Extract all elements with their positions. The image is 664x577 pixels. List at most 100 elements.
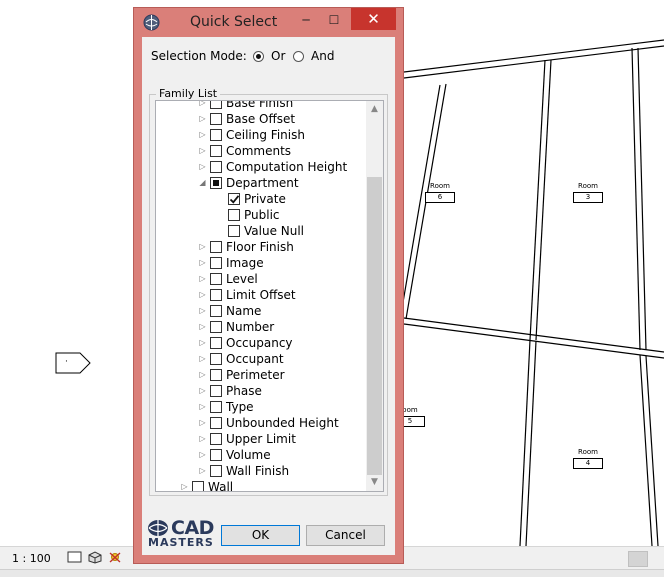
expand-arrow-icon[interactable]: ▷ xyxy=(198,159,207,175)
tree-row[interactable]: ▷ Number xyxy=(156,319,368,335)
view-scale[interactable]: 1 : 100 xyxy=(12,552,51,565)
tree-checkbox[interactable] xyxy=(210,337,222,349)
tree-row[interactable]: ▷ Ceiling Finish xyxy=(156,127,368,143)
tree-checkbox[interactable] xyxy=(210,305,222,317)
scroll-down-icon[interactable]: ▼ xyxy=(366,474,383,491)
expand-arrow-icon[interactable]: ▷ xyxy=(198,287,207,303)
tree-checkbox[interactable] xyxy=(210,241,222,253)
scroll-up-icon[interactable]: ▲ xyxy=(366,101,383,118)
tree-checkbox[interactable] xyxy=(210,369,222,381)
tree-row[interactable]: ◢ Department xyxy=(156,175,368,191)
tree-row[interactable]: ▷ Volume xyxy=(156,447,368,463)
room-tag-3[interactable]: Room 3 xyxy=(538,182,638,203)
ok-button[interactable]: OK xyxy=(221,525,300,546)
tree-checkbox[interactable] xyxy=(210,161,222,173)
expand-arrow-icon[interactable]: ▷ xyxy=(198,335,207,351)
tree-row[interactable]: ▷ Occupancy xyxy=(156,335,368,351)
tree-checkbox[interactable] xyxy=(210,321,222,333)
tree-row[interactable]: ▷ Base Finish xyxy=(156,101,368,111)
mode-or-label[interactable]: Or xyxy=(271,49,285,63)
expand-arrow-icon[interactable]: ▷ xyxy=(198,271,207,287)
tree-checkbox[interactable] xyxy=(228,225,240,237)
tree-checkbox[interactable] xyxy=(210,449,222,461)
expand-arrow-icon[interactable]: ▷ xyxy=(198,303,207,319)
tree-row-label: Public xyxy=(244,208,280,222)
maximize-button[interactable]: ☐ xyxy=(322,10,346,30)
tree-checkbox[interactable] xyxy=(210,465,222,477)
tree-row[interactable]: ▷ Type xyxy=(156,399,368,415)
tree-row[interactable]: ▷ Image xyxy=(156,255,368,271)
mode-and-label[interactable]: And xyxy=(311,49,334,63)
tree-checkbox[interactable] xyxy=(228,209,240,221)
tree-row[interactable]: ▷ Comments xyxy=(156,143,368,159)
tree-row[interactable]: ▷ Perimeter xyxy=(156,367,368,383)
tree-checkbox[interactable] xyxy=(210,353,222,365)
tree-checkbox[interactable] xyxy=(210,129,222,141)
expand-arrow-icon[interactable]: ▷ xyxy=(198,415,207,431)
expand-arrow-icon[interactable]: ▷ xyxy=(198,127,207,143)
room-label: Room xyxy=(578,448,598,456)
tree-checkbox[interactable] xyxy=(210,401,222,413)
expand-arrow-icon[interactable]: ▷ xyxy=(198,399,207,415)
tree-checkbox[interactable] xyxy=(210,417,222,429)
tree-row[interactable]: ▷ Wall Finish xyxy=(156,463,368,479)
room-tag-6[interactable]: Room 6 xyxy=(390,182,490,203)
detail-level-icon[interactable] xyxy=(67,550,83,564)
tree-row-label: Base Offset xyxy=(226,112,296,126)
tree-row[interactable]: ▷ Wall xyxy=(156,479,368,491)
tree-row[interactable]: ▷ Phase xyxy=(156,383,368,399)
tree-row[interactable]: ▷ Name xyxy=(156,303,368,319)
cancel-button[interactable]: Cancel xyxy=(306,525,385,546)
scroll-thumb[interactable] xyxy=(367,177,382,475)
tree-vertical-scrollbar[interactable]: ▲ ▼ xyxy=(366,101,383,491)
tree-row[interactable]: ▷ Floor Finish xyxy=(156,239,368,255)
tree-row[interactable]: Value Null xyxy=(156,223,368,239)
tree-checkbox[interactable] xyxy=(210,273,222,285)
tree-checkbox[interactable] xyxy=(210,101,222,109)
tree-row[interactable]: Public xyxy=(156,207,368,223)
tree-row[interactable]: ▷ Occupant xyxy=(156,351,368,367)
tree-checkbox[interactable] xyxy=(210,145,222,157)
expand-arrow-icon[interactable]: ▷ xyxy=(198,101,207,111)
expand-arrow-icon[interactable]: ▷ xyxy=(198,447,207,463)
tree-checkbox[interactable] xyxy=(210,113,222,125)
mode-or-radio[interactable] xyxy=(253,51,264,62)
expand-arrow-icon[interactable]: ▷ xyxy=(198,463,207,479)
room-tag-4[interactable]: Room 4 xyxy=(538,448,638,469)
tree-row[interactable]: ▷ Base Offset xyxy=(156,111,368,127)
quick-select-dialog: Quick Select ─ ☐ ✕ Selection Mode: Or An… xyxy=(133,7,404,564)
expand-arrow-icon[interactable]: ▷ xyxy=(198,319,207,335)
tree-row[interactable]: ▷ Level xyxy=(156,271,368,287)
tree-checkbox[interactable] xyxy=(210,177,222,189)
dialog-titlebar[interactable]: Quick Select ─ ☐ ✕ xyxy=(134,8,403,37)
tree-row[interactable]: ▷ Unbounded Height xyxy=(156,415,368,431)
expand-arrow-icon[interactable]: ▷ xyxy=(180,479,189,491)
tree-row[interactable]: ▷ Limit Offset xyxy=(156,287,368,303)
tree-checkbox[interactable] xyxy=(210,433,222,445)
visual-style-icon[interactable] xyxy=(87,550,103,564)
family-tree[interactable]: ▷ Base Finish ▷ Base Offset ▷ Ceiling Finish ▷… xyxy=(155,100,384,492)
collapse-arrow-icon[interactable]: ◢ xyxy=(198,175,207,191)
tree-checkbox[interactable] xyxy=(210,257,222,269)
expand-arrow-icon[interactable]: ▷ xyxy=(198,383,207,399)
sun-path-icon[interactable] xyxy=(107,550,123,564)
mode-and-radio[interactable] xyxy=(293,51,304,62)
tree-row[interactable]: Private xyxy=(156,191,368,207)
expand-arrow-icon[interactable]: ▷ xyxy=(198,111,207,127)
tree-row[interactable]: ▷ Upper Limit xyxy=(156,431,368,447)
tree-checkbox[interactable] xyxy=(228,193,240,205)
expand-arrow-icon[interactable]: ▷ xyxy=(198,367,207,383)
minimize-button[interactable]: ─ xyxy=(294,10,318,30)
expand-arrow-icon[interactable]: ▷ xyxy=(198,351,207,367)
expand-arrow-icon[interactable]: ▷ xyxy=(198,239,207,255)
tree-row-label: Comments xyxy=(226,144,292,158)
tree-checkbox[interactable] xyxy=(210,289,222,301)
close-button[interactable]: ✕ xyxy=(351,8,396,30)
tree-row-label: Upper Limit xyxy=(226,432,296,446)
expand-arrow-icon[interactable]: ▷ xyxy=(198,143,207,159)
tree-row[interactable]: ▷ Computation Height xyxy=(156,159,368,175)
expand-arrow-icon[interactable]: ▷ xyxy=(198,431,207,447)
expand-arrow-icon[interactable]: ▷ xyxy=(198,255,207,271)
tree-checkbox[interactable] xyxy=(192,481,204,491)
tree-checkbox[interactable] xyxy=(210,385,222,397)
